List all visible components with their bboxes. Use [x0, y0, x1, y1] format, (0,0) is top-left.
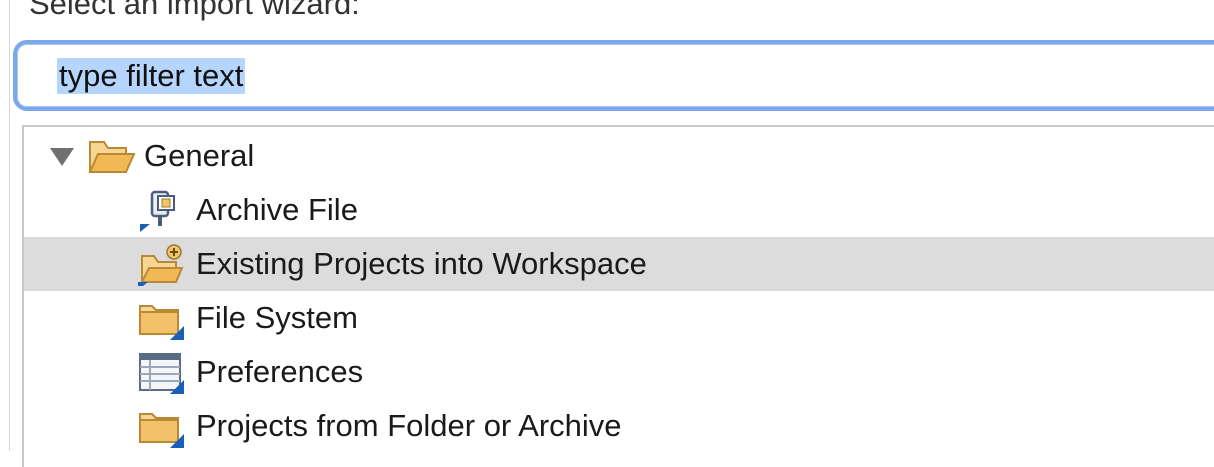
- filter-input[interactable]: type filter text: [13, 40, 1214, 111]
- expand-twisty-icon[interactable]: [50, 148, 74, 166]
- preferences-table-icon: [139, 353, 184, 394]
- tree-item-label: File System: [196, 300, 358, 335]
- projects-folder-icon: [139, 413, 184, 448]
- import-wizard-page: Select an import wizard: type filter tex…: [0, 0, 1214, 467]
- tree-item-label: General: [144, 138, 255, 173]
- tree-item-label: Preferences: [196, 354, 364, 389]
- filter-input-text[interactable]: type filter text: [57, 58, 246, 94]
- archive-file-icon: [140, 190, 175, 232]
- dialog-left-border: [9, 0, 10, 451]
- tree-item-label: Archive File: [196, 192, 358, 227]
- tree-item-preferences[interactable]: Preferences: [24, 345, 1214, 399]
- tree-item-label: Projects from Folder or Archive: [196, 408, 622, 443]
- tree-item-archive-file[interactable]: Archive File: [24, 183, 1214, 237]
- open-folder-icon: [88, 141, 136, 173]
- tree-item-existing-projects[interactable]: Existing Projects into Workspace: [24, 237, 1214, 291]
- tree-item-projects-from-folder[interactable]: Projects from Folder or Archive: [24, 399, 1214, 453]
- tree-item-label: Existing Projects into Workspace: [196, 246, 647, 281]
- tree-item-file-system[interactable]: File System: [24, 291, 1214, 345]
- tree-item-general[interactable]: General: [24, 129, 1214, 183]
- existing-projects-icon: [138, 244, 184, 286]
- wizard-prompt-label: Select an import wizard:: [29, 0, 360, 21]
- file-system-folder-icon: [139, 305, 184, 340]
- wizard-tree[interactable]: General Archive File Existing Projects i…: [22, 125, 1214, 467]
